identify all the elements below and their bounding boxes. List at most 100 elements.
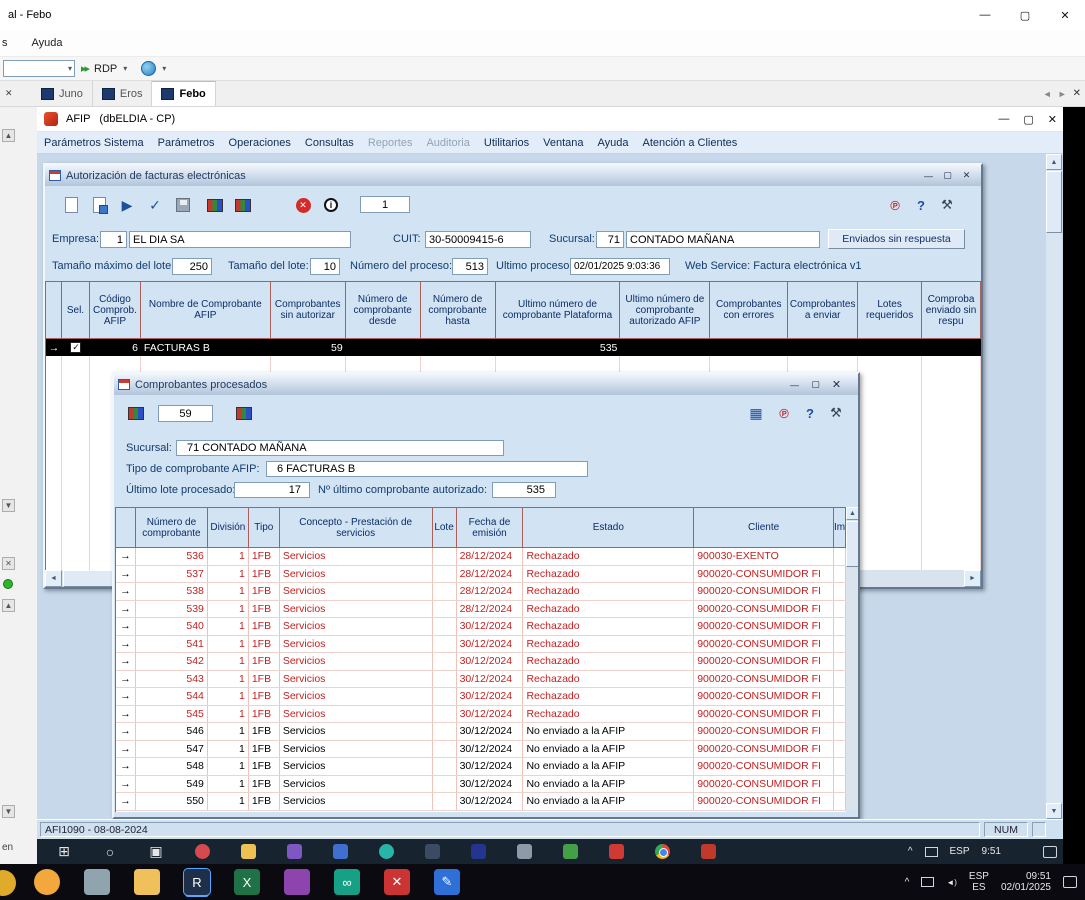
pen-app-icon[interactable]: ✎ xyxy=(422,864,472,900)
proc-cell-8[interactable]: 900020-CONSUMIDOR FI xyxy=(694,723,834,740)
host-tray-up-icon[interactable]: ^ xyxy=(905,877,910,888)
proc-cell-5[interactable] xyxy=(433,706,457,723)
proc-cell-6[interactable]: 30/12/2024 xyxy=(457,723,524,740)
proc-cell-0[interactable]: → xyxy=(116,583,136,600)
auth-row-cell-1[interactable]: ✓ xyxy=(62,342,90,353)
auth-col-header-1[interactable]: Sel. xyxy=(62,282,90,339)
afip-menu-item-3[interactable]: Operaciones xyxy=(222,133,298,153)
tamano-lote-field[interactable]: 10 xyxy=(310,258,340,275)
proc-cell-5[interactable] xyxy=(433,566,457,583)
proc-cell-4[interactable]: Servicios xyxy=(280,706,433,723)
pinned-app-purple-icon[interactable] xyxy=(271,839,317,864)
panel-close-icon[interactable]: ✕ xyxy=(5,88,19,99)
proc-cell-2[interactable]: 1 xyxy=(208,566,249,583)
proc-cell-2[interactable]: 1 xyxy=(208,723,249,740)
proc-cell-4[interactable]: Servicios xyxy=(280,671,433,688)
proc-cell-5[interactable] xyxy=(433,653,457,670)
pinned-app-slate-icon[interactable] xyxy=(409,839,455,864)
pinned-app-teal-icon[interactable] xyxy=(363,839,409,864)
tab-close-icon[interactable]: ✕ xyxy=(1073,88,1081,99)
proc-scroll-up-icon[interactable]: ▲ xyxy=(846,507,859,520)
proc-cell-9[interactable] xyxy=(834,758,846,775)
afip-menu-item-7[interactable]: Utilitarios xyxy=(477,133,536,153)
proc-cell-2[interactable]: 1 xyxy=(208,618,249,635)
proc-cell-1[interactable]: 542 xyxy=(136,653,208,670)
auth-col-header-9[interactable]: Comprobantes con errores xyxy=(710,282,788,339)
app-red-icon[interactable]: ✕ xyxy=(372,864,422,900)
proc-row-545[interactable]: →54511FBServicios30/12/2024Rechazado9000… xyxy=(116,706,846,724)
auth-maximize-button[interactable]: ▢ xyxy=(939,168,956,183)
proc-lote-field[interactable]: 17 xyxy=(234,482,310,498)
afip-scroll-thumb[interactable] xyxy=(1046,171,1062,233)
afip-scroll-down-icon[interactable]: ▼ xyxy=(1046,803,1062,819)
proc-cell-1[interactable]: 541 xyxy=(136,636,208,653)
host-titlebar[interactable]: al - Febo — ▢ ✕ xyxy=(0,0,1085,30)
firefox-icon[interactable] xyxy=(22,864,72,900)
auth-row-cell-2[interactable]: 6 xyxy=(90,342,141,354)
proc-col-header-7[interactable]: Estado xyxy=(523,508,694,548)
proc-cell-9[interactable] xyxy=(834,741,846,758)
proc-cell-7[interactable]: Rechazado xyxy=(523,601,694,618)
cancel-process-button[interactable]: ✕ xyxy=(291,193,315,217)
excel-icon[interactable]: X xyxy=(222,864,272,900)
proc-cell-1[interactable]: 536 xyxy=(136,548,208,565)
auth-col-header-6[interactable]: Número de comprobante hasta xyxy=(421,282,496,339)
proc-cell-8[interactable]: 900020-CONSUMIDOR FI xyxy=(694,776,834,793)
proc-col-header-6[interactable]: Fecha de emisión xyxy=(457,508,524,548)
proc-cell-7[interactable]: Rechazado xyxy=(523,618,694,635)
proc-cell-8[interactable]: 900020-CONSUMIDOR FI xyxy=(694,688,834,705)
proc-cell-2[interactable]: 1 xyxy=(208,583,249,600)
proc-cell-4[interactable]: Servicios xyxy=(280,793,433,810)
proc-cell-7[interactable]: No enviado a la AFIP xyxy=(523,723,694,740)
auth-col-header-5[interactable]: Número de comprobante desde xyxy=(346,282,421,339)
pinned-app-green-icon[interactable] xyxy=(547,839,593,864)
proc-row-542[interactable]: →54211FBServicios30/12/2024Rechazado9000… xyxy=(116,653,846,671)
afip-menu-item-2[interactable]: Parámetros xyxy=(151,133,222,153)
tab-eros[interactable]: Eros xyxy=(93,81,153,106)
proc-cell-4[interactable]: Servicios xyxy=(280,618,433,635)
proc-cell-3[interactable]: 1FB xyxy=(249,793,280,810)
new-record-button[interactable] xyxy=(59,193,83,217)
proc-cell-6[interactable]: 30/12/2024 xyxy=(457,706,524,723)
proc-cell-1[interactable]: 540 xyxy=(136,618,208,635)
proc-count-field[interactable]: 59 xyxy=(158,405,213,422)
tools-button[interactable]: ⚒ xyxy=(935,193,959,217)
sucursal-code-field[interactable]: 71 xyxy=(596,231,624,248)
proc-cell-2[interactable]: 1 xyxy=(208,706,249,723)
proc-row-543[interactable]: →54311FBServicios30/12/2024Rechazado9000… xyxy=(116,671,846,689)
proc-cell-4[interactable]: Servicios xyxy=(280,741,433,758)
proc-cell-2[interactable]: 1 xyxy=(208,688,249,705)
proc-cell-8[interactable]: 900020-CONSUMIDOR FI xyxy=(694,741,834,758)
afip-scroll-up-icon[interactable]: ▲ xyxy=(1046,154,1062,170)
proc-row-536[interactable]: →53611FBServicios28/12/2024Rechazado9000… xyxy=(116,548,846,566)
tab-scroll-right-icon[interactable]: ► xyxy=(1058,89,1067,99)
proc-vscrollbar[interactable]: ▲ xyxy=(846,507,859,810)
proc-cell-4[interactable]: Servicios xyxy=(280,776,433,793)
proc-cell-9[interactable] xyxy=(834,601,846,618)
afip-menu-item-1[interactable]: Parámetros Sistema xyxy=(37,133,151,153)
auth-scroll-left-icon[interactable]: ◄ xyxy=(45,570,62,587)
proc-cell-4[interactable]: Servicios xyxy=(280,566,433,583)
proc-cell-4[interactable]: Servicios xyxy=(280,636,433,653)
auth-row-cell-0[interactable]: → xyxy=(46,342,62,354)
help-button[interactable]: ? xyxy=(909,193,933,217)
proc-col-header-0[interactable] xyxy=(116,508,136,548)
host-clock[interactable]: 09:51 02/01/2025 xyxy=(1001,871,1051,893)
proc-cell-5[interactable] xyxy=(433,723,457,740)
proc-cell-3[interactable]: 1FB xyxy=(249,566,280,583)
proc-cell-6[interactable]: 30/12/2024 xyxy=(457,653,524,670)
proc-cell-3[interactable]: 1FB xyxy=(249,688,280,705)
pinned-app-navy-icon[interactable] xyxy=(455,839,501,864)
proc-cell-6[interactable]: 30/12/2024 xyxy=(457,741,524,758)
chrome-icon[interactable] xyxy=(639,839,685,864)
proc-table-button[interactable]: ▦ xyxy=(744,401,768,425)
proc-cell-8[interactable]: 900020-CONSUMIDOR FI xyxy=(694,618,834,635)
afip-minimize-button[interactable]: — xyxy=(998,113,1009,125)
proc-cell-1[interactable]: 537 xyxy=(136,566,208,583)
auth-scroll-right-icon[interactable]: ► xyxy=(964,570,981,587)
proc-col-header-8[interactable]: Cliente xyxy=(694,508,834,548)
corner-app-icon[interactable] xyxy=(0,870,16,896)
proc-cell-0[interactable]: → xyxy=(116,688,136,705)
auth-col-header-3[interactable]: Nombre de Comprobante AFIP xyxy=(141,282,271,339)
auth-col-header-10[interactable]: Comprobantes a enviar xyxy=(788,282,858,339)
